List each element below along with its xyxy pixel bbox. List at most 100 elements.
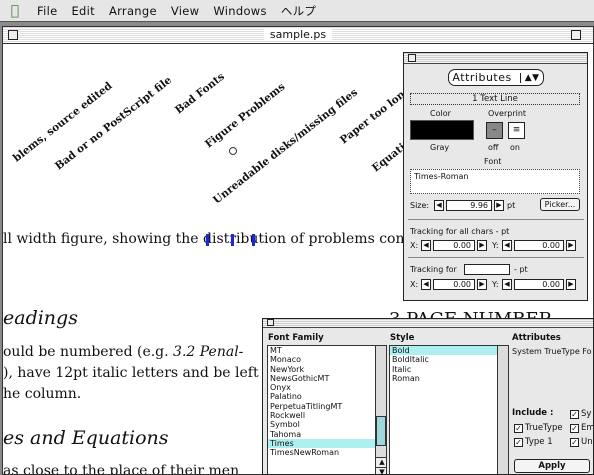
list-item[interactable]: Monaco (268, 355, 386, 364)
include-truetype-checkbox[interactable]: ✓ TrueType (514, 423, 563, 433)
tracking-for-y-increment-button[interactable]: ▶ (566, 279, 576, 290)
menu-bar:  File Edit Arrange View Windows ヘルプ (0, 0, 594, 22)
tracking-y-decrement-button[interactable]: ◀ (502, 240, 512, 251)
list-item-selected[interactable]: Bold (390, 346, 508, 356)
section-heading: eadings (3, 307, 78, 329)
close-box-icon[interactable] (8, 30, 18, 40)
attributes-palette: Attributes ▲▼ 1 Text Line Color Overprin… (403, 52, 588, 301)
scroll-thumb[interactable] (376, 416, 386, 446)
size-field[interactable]: 9.96 (446, 200, 492, 211)
menu-arrange[interactable]: Arrange (102, 4, 164, 18)
selection-handle[interactable] (206, 234, 209, 246)
magnifier-cursor-icon (229, 147, 237, 155)
menu-file[interactable]: File (30, 4, 64, 18)
list-item[interactable]: Roman (390, 374, 508, 383)
color-swatch[interactable] (410, 120, 474, 140)
apply-button[interactable]: Apply (514, 459, 590, 473)
body-paragraph: ), have 12pt italic letters and be left (3, 365, 259, 381)
include-type1-checkbox[interactable]: ✓ Type 1 (514, 437, 553, 447)
body-paragraph: he column. (3, 386, 82, 402)
checkmark-icon: ✓ (570, 409, 579, 419)
checkmark-icon: ✓ (570, 423, 579, 433)
list-item[interactable]: Tahoma (268, 430, 386, 439)
scroll-up-arrow-icon[interactable]: ▲ (376, 457, 386, 467)
tracking-all-y-field[interactable]: 0.00 (514, 240, 564, 251)
style-list[interactable]: Bold BoldItalic Italic Roman (389, 345, 509, 474)
list-item[interactable]: Palatino (268, 392, 386, 401)
checkbox-label: Sy (581, 409, 592, 419)
font-palette: Font Family Style Attributes MT Monaco N… (262, 318, 594, 475)
popup-value: Attributes (452, 71, 512, 84)
close-box-icon[interactable] (408, 54, 416, 62)
menu-view[interactable]: View (164, 4, 207, 18)
picker-button[interactable]: Picker... (540, 198, 580, 211)
tracking-for-x-decrement-button[interactable]: ◀ (421, 279, 431, 290)
tracking-for-x-increment-button[interactable]: ▶ (477, 279, 487, 290)
list-item[interactable]: PerpetuaTitlingMT (268, 402, 386, 411)
include-unknown-checkbox[interactable]: ✓ Un (570, 437, 593, 447)
font-family-list[interactable]: MT Monaco NewYork NewsGothicMT Onyx Pala… (267, 345, 387, 474)
palette-mode-popup[interactable]: Attributes ▲▼ (448, 69, 544, 86)
list-item[interactable]: NewYork (268, 365, 386, 374)
include-embedded-checkbox[interactable]: ✓ Em (570, 423, 593, 433)
apple-menu-icon[interactable]:  (0, 3, 30, 19)
font-family-header: Font Family (268, 333, 324, 343)
tracking-all-x-field[interactable]: 0.00 (433, 240, 475, 251)
chart-label: blems, source edited (11, 79, 115, 165)
font-attributes-text: System TrueType Fo (512, 347, 592, 356)
attributes-header: Attributes (512, 333, 561, 343)
body-paragraph: as close to the place of their men (3, 463, 240, 475)
list-item[interactable]: Italic (390, 365, 508, 374)
style-list-scrollbar[interactable] (497, 346, 508, 474)
tracking-for-label: Tracking for (410, 265, 457, 274)
list-item[interactable]: TimesNewRoman (268, 448, 386, 457)
zoom-box-icon[interactable] (571, 30, 581, 40)
chart-label: Figure Problems (203, 80, 288, 151)
tracking-for-unit: - pt (514, 265, 528, 274)
palette-title-bar[interactable] (404, 53, 587, 64)
selection-handle[interactable] (231, 234, 234, 246)
paragraph-text: tion of problems con (258, 231, 405, 247)
list-item[interactable]: MT (268, 346, 386, 355)
list-item-selected[interactable]: Times (268, 438, 386, 449)
document-title-bar[interactable]: sample.ps (3, 27, 593, 44)
overprint-off-button[interactable]: – (486, 122, 503, 139)
off-label: off (488, 143, 499, 152)
size-decrement-button[interactable]: ◀ (434, 200, 444, 211)
y-label: Y: (492, 241, 499, 250)
list-item[interactable]: NewsGothicMT (268, 374, 386, 383)
overprint-on-button[interactable]: ≡ (508, 122, 525, 139)
menu-help[interactable]: ヘルプ (274, 3, 323, 19)
document-title: sample.ps (263, 28, 333, 41)
tracking-for-x-field[interactable]: 0.00 (433, 279, 475, 290)
close-box-icon[interactable] (267, 319, 274, 326)
font-name-field[interactable]: Times-Roman (410, 169, 580, 194)
list-item[interactable]: Onyx (268, 383, 386, 392)
list-item[interactable]: Rockwell (268, 411, 386, 420)
selection-handle[interactable] (252, 234, 255, 246)
menu-windows[interactable]: Windows (206, 4, 273, 18)
tracking-x-decrement-button[interactable]: ◀ (421, 240, 431, 251)
scroll-down-arrow-icon[interactable]: ▼ (376, 467, 386, 474)
style-header: Style (390, 333, 415, 343)
palette-title-bar[interactable] (263, 319, 593, 328)
list-item[interactable]: BoldItalic (390, 355, 508, 364)
size-increment-button[interactable]: ▶ (494, 200, 504, 211)
font-list-scrollbar[interactable]: ▼ ▲ (375, 346, 386, 474)
tracking-x-increment-button[interactable]: ▶ (477, 240, 487, 251)
on-label: on (510, 143, 520, 152)
tracking-all-label: Tracking for all chars - pt (410, 227, 510, 236)
tracking-for-field[interactable] (464, 264, 510, 275)
tracking-y-increment-button[interactable]: ▶ (566, 240, 576, 251)
size-unit: pt (507, 201, 516, 210)
tracking-for-y-field[interactable]: 0.00 (514, 279, 564, 290)
x-label: X: (410, 280, 419, 289)
body-paragraph[interactable]: ll width figure, showing the distributio… (3, 231, 405, 247)
include-label: Include : (512, 408, 554, 418)
chart-label: Bad Fonts (173, 70, 227, 117)
tracking-for-y-decrement-button[interactable]: ◀ (502, 279, 512, 290)
include-system-checkbox[interactable]: ✓ Sy (570, 409, 591, 419)
list-item[interactable]: Symbol (268, 420, 386, 429)
paragraph-text: ould be numbered (e.g. (3, 344, 174, 360)
menu-edit[interactable]: Edit (64, 4, 101, 18)
